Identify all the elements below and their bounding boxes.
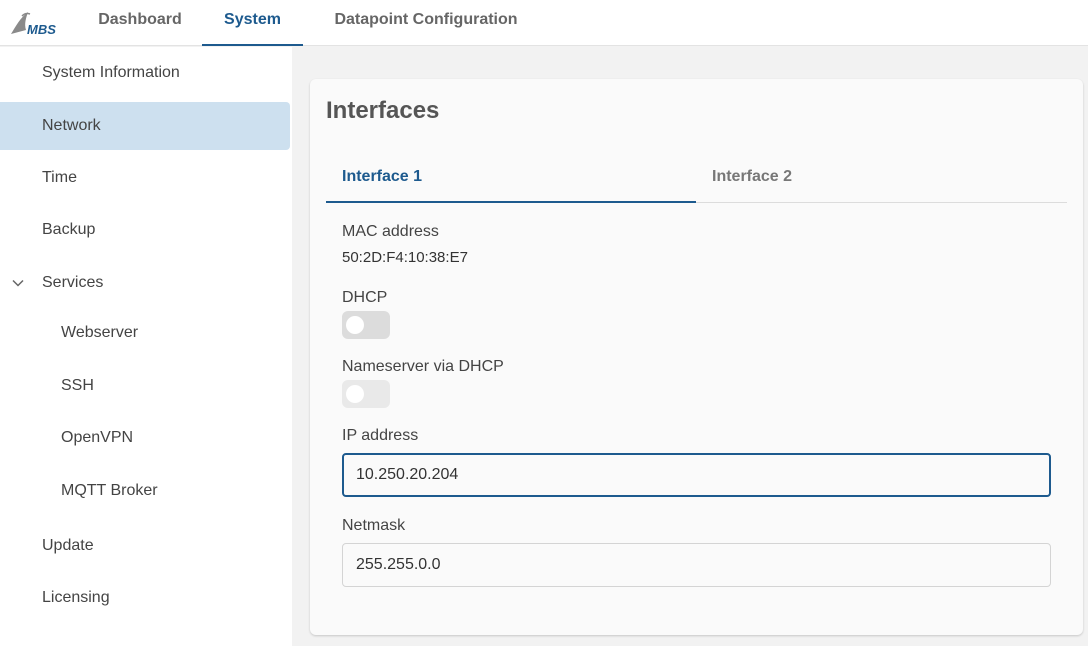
tab-interface-1[interactable]: Interface 1 [326, 157, 696, 203]
tab-system[interactable]: System [202, 0, 303, 46]
sidebar-item-openvpn[interactable]: OpenVPN [0, 414, 290, 462]
toggle-knob [346, 385, 364, 403]
svg-text:MBS: MBS [27, 22, 56, 37]
sidebar-item-network[interactable]: Network [0, 102, 290, 150]
ip-address-label: IP address [342, 427, 419, 444]
top-navigation: MBS Dashboard System Datapoint Configura… [0, 0, 1088, 46]
dhcp-label: DHCP [342, 289, 388, 306]
netmask-input[interactable] [342, 543, 1051, 587]
mac-address-label: MAC address [342, 223, 439, 240]
sidebar-item-services[interactable]: Services [0, 259, 290, 307]
ip-address-input[interactable] [342, 453, 1051, 497]
dhcp-toggle[interactable] [342, 311, 390, 339]
interfaces-card: Interfaces Interface 1 Interface 2 MAC a… [310, 79, 1083, 635]
logo-graphic: MBS [11, 12, 56, 37]
toggle-knob [346, 316, 364, 334]
sidebar-item-webserver[interactable]: Webserver [0, 309, 290, 357]
mac-address-value: 50:2D:F4:10:38:E7 [342, 249, 468, 266]
chevron-down-icon[interactable] [10, 259, 26, 307]
interface-tabs: Interface 1 Interface 2 [326, 157, 1067, 203]
sidebar-item-backup[interactable]: Backup [0, 206, 290, 254]
sidebar-item-system-information[interactable]: System Information [0, 49, 290, 97]
sidebar-item-update[interactable]: Update [0, 522, 290, 570]
netmask-label: Netmask [342, 517, 406, 534]
sidebar-item-mqtt-broker[interactable]: MQTT Broker [0, 467, 290, 515]
sidebar-item-ssh[interactable]: SSH [0, 362, 290, 410]
sidebar-item-time[interactable]: Time [0, 154, 290, 202]
mbs-logo[interactable]: MBS [8, 8, 64, 38]
tab-dashboard[interactable]: Dashboard [80, 0, 200, 46]
nameserver-dhcp-label: Nameserver via DHCP [342, 358, 504, 375]
tab-interface-2[interactable]: Interface 2 [696, 157, 1067, 203]
sidebar-item-licensing[interactable]: Licensing [0, 574, 290, 622]
nameserver-dhcp-toggle[interactable] [342, 380, 390, 408]
tab-datapoint-configuration[interactable]: Datapoint Configuration [310, 0, 542, 46]
page-title: Interfaces [326, 97, 440, 124]
sidebar: System Information Network Time Backup S… [0, 47, 292, 646]
sidebar-item-label: Services [42, 274, 104, 291]
